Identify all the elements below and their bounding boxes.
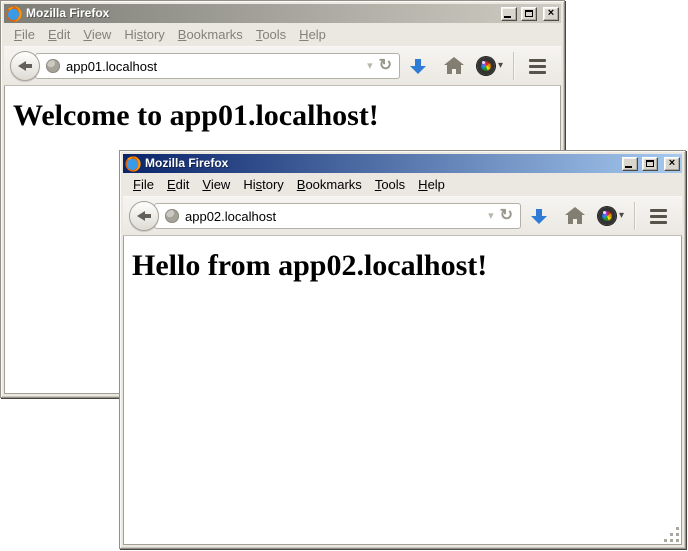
app-menu-button[interactable] bbox=[640, 201, 676, 231]
menu-bar: File Edit View History Bookmarks Tools H… bbox=[4, 23, 561, 46]
url-input[interactable] bbox=[185, 209, 482, 224]
download-arrow-icon bbox=[410, 59, 426, 74]
navigation-toolbar: ▾ ↻ ▾ bbox=[4, 46, 561, 86]
downloads-button[interactable] bbox=[521, 201, 557, 231]
address-bar[interactable]: ▾ ↻ bbox=[154, 203, 521, 229]
menu-help[interactable]: Help bbox=[412, 175, 451, 194]
reload-icon[interactable]: ↻ bbox=[500, 208, 513, 224]
addon-button[interactable]: ▾ bbox=[593, 201, 629, 231]
urlbar-dropdown-icon[interactable]: ▾ bbox=[367, 61, 373, 72]
urlbar-dropdown-icon[interactable]: ▾ bbox=[488, 211, 494, 222]
page-heading: Hello from app02.localhost! bbox=[132, 249, 681, 283]
hamburger-menu-icon bbox=[650, 209, 667, 224]
menu-view[interactable]: View bbox=[196, 175, 236, 194]
back-button[interactable] bbox=[10, 51, 40, 81]
toolbar-separator bbox=[634, 202, 635, 230]
titlebar[interactable]: Mozilla Firefox × bbox=[4, 4, 561, 23]
home-button[interactable] bbox=[436, 51, 472, 81]
color-wheel-addon-icon bbox=[598, 207, 616, 225]
resize-grip[interactable] bbox=[664, 527, 679, 542]
menu-tools[interactable]: Tools bbox=[369, 175, 411, 194]
firefox-logo-icon bbox=[125, 156, 141, 172]
back-arrow-icon bbox=[18, 61, 32, 71]
menu-tools[interactable]: Tools bbox=[250, 25, 292, 44]
menu-history[interactable]: History bbox=[237, 175, 289, 194]
minimize-button[interactable] bbox=[622, 157, 638, 171]
menu-bar: File Edit View History Bookmarks Tools H… bbox=[123, 173, 682, 196]
back-arrow-icon bbox=[137, 211, 151, 221]
page-content-app02: Hello from app02.localhost! bbox=[123, 236, 682, 545]
close-button[interactable]: × bbox=[543, 7, 559, 21]
hamburger-menu-icon bbox=[529, 59, 546, 74]
menu-edit[interactable]: Edit bbox=[161, 175, 195, 194]
firefox-window-app02: Mozilla Firefox × File Edit View History… bbox=[119, 150, 686, 549]
home-icon bbox=[568, 215, 582, 224]
download-arrow-icon bbox=[531, 209, 547, 224]
menu-edit[interactable]: Edit bbox=[42, 25, 76, 44]
addon-button[interactable]: ▾ bbox=[472, 51, 508, 81]
url-input[interactable] bbox=[66, 59, 361, 74]
menu-bookmarks[interactable]: Bookmarks bbox=[172, 25, 249, 44]
menu-bookmarks[interactable]: Bookmarks bbox=[291, 175, 368, 194]
menu-file[interactable]: File bbox=[8, 25, 41, 44]
page-heading: Welcome to app01.localhost! bbox=[13, 99, 560, 133]
close-button[interactable]: × bbox=[664, 157, 680, 171]
menu-history[interactable]: History bbox=[118, 25, 170, 44]
toolbar-separator bbox=[513, 52, 514, 80]
color-wheel-addon-icon bbox=[477, 57, 495, 75]
firefox-logo-icon bbox=[6, 6, 22, 22]
reload-icon[interactable]: ↻ bbox=[379, 58, 392, 74]
home-button[interactable] bbox=[557, 201, 593, 231]
app-menu-button[interactable] bbox=[519, 51, 555, 81]
navigation-toolbar: ▾ ↻ ▾ bbox=[123, 196, 682, 236]
back-button[interactable] bbox=[129, 201, 159, 231]
maximize-button[interactable] bbox=[521, 7, 537, 21]
globe-site-icon[interactable] bbox=[165, 209, 179, 223]
addon-dropdown-icon: ▾ bbox=[619, 211, 624, 221]
address-bar[interactable]: ▾ ↻ bbox=[35, 53, 400, 79]
titlebar[interactable]: Mozilla Firefox × bbox=[123, 154, 682, 173]
maximize-button[interactable] bbox=[642, 157, 658, 171]
window-title: Mozilla Firefox bbox=[26, 4, 497, 23]
menu-help[interactable]: Help bbox=[293, 25, 332, 44]
menu-file[interactable]: File bbox=[127, 175, 160, 194]
addon-dropdown-icon: ▾ bbox=[498, 61, 503, 71]
globe-site-icon[interactable] bbox=[46, 59, 60, 73]
downloads-button[interactable] bbox=[400, 51, 436, 81]
window-title: Mozilla Firefox bbox=[145, 154, 618, 173]
minimize-button[interactable] bbox=[501, 7, 517, 21]
menu-view[interactable]: View bbox=[77, 25, 117, 44]
home-icon bbox=[447, 65, 461, 74]
